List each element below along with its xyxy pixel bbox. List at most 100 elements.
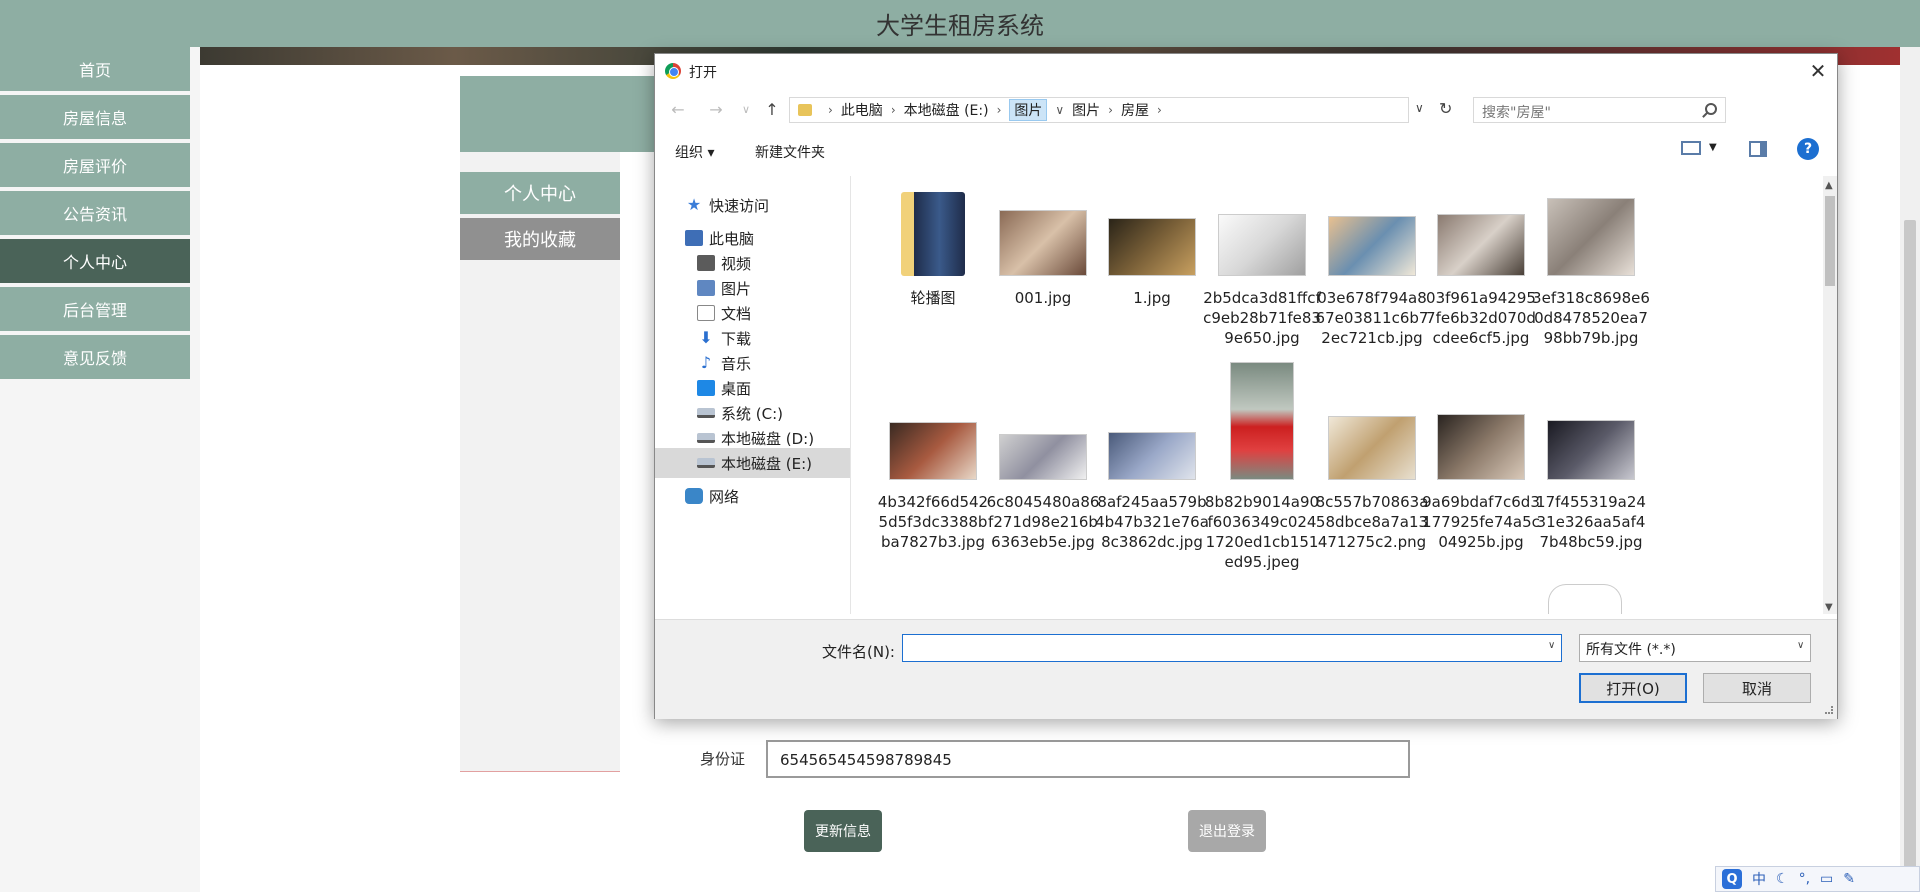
search-input[interactable]: 搜索"房屋" <box>1473 97 1726 123</box>
file-item[interactable]: 17f455319a2431e326aa5af47b48bc59.jpg <box>1532 362 1650 552</box>
logout-button[interactable]: 退出登录 <box>1188 810 1266 852</box>
file-list-scrollbar-thumb[interactable] <box>1825 196 1835 286</box>
file-item[interactable]: 8af245aa579b4b47b321e76a8c3862dc.jpg <box>1093 362 1211 552</box>
panda-image-thumbnail[interactable] <box>1548 584 1622 614</box>
chevron-right-icon[interactable]: › <box>1108 103 1113 117</box>
nav-item-house-review[interactable]: 房屋评价 <box>0 143 190 187</box>
file-item[interactable]: 9a69bdaf7c6d3177925fe74a5c04925b.jpg <box>1422 362 1540 552</box>
dialog-toolbar: 组织 ▾ 新建文件夹 ▼ ? <box>655 134 1837 168</box>
recent-locations-icon[interactable]: ∨ <box>735 98 757 122</box>
breadcrumb-drive-e[interactable]: 本地磁盘 (E:) <box>904 100 989 120</box>
file-item[interactable]: 4b342f66d5425d5f3dc3388bba7827b3.jpg <box>874 362 992 552</box>
file-item[interactable]: 1.jpg <box>1093 190 1211 308</box>
up-arrow-icon[interactable]: ↑ <box>761 98 783 122</box>
image-thumbnail <box>1547 198 1635 276</box>
address-bar[interactable]: › 此电脑 › 本地磁盘 (E:) › 图片 ∨ 图片 › 房屋 › <box>789 97 1409 123</box>
file-item[interactable]: 8c557b70863a58dbce8a7a13471275c2.png <box>1313 362 1431 552</box>
computer-icon <box>685 230 703 246</box>
keyboard-icon[interactable]: ▭ <box>1820 871 1833 887</box>
chevron-right-icon[interactable]: › <box>891 103 896 117</box>
file-item[interactable]: 03e678f794a867e03811c6b72ec721cb.jpg <box>1313 190 1431 348</box>
breadcrumb-pictures-1[interactable]: 图片 <box>1009 99 1048 121</box>
nav-item-feedback[interactable]: 意见反馈 <box>0 335 190 379</box>
filetype-select[interactable]: 所有文件 (*.*) <box>1579 634 1811 662</box>
file-item[interactable]: 001.jpg <box>984 190 1102 308</box>
close-icon[interactable]: ✕ <box>1805 59 1831 83</box>
new-folder-button[interactable]: 新建文件夹 <box>755 142 825 162</box>
file-item[interactable]: 2b5dca3d81ffcfc9eb28b71fe839e650.jpg <box>1203 190 1321 348</box>
resize-grip-icon[interactable] <box>1825 706 1833 714</box>
filename-dropdown-icon[interactable]: ∨ <box>1548 640 1555 651</box>
image-thumbnail <box>1218 214 1306 276</box>
filename-input[interactable] <box>902 634 1562 662</box>
nav-item-personal-center[interactable]: 个人中心 <box>0 239 190 283</box>
breadcrumb-pictures-2[interactable]: 图片 <box>1072 100 1100 120</box>
back-arrow-icon[interactable]: ← <box>667 98 689 122</box>
breadcrumb-house[interactable]: 房屋 <box>1121 100 1149 120</box>
file-list-scrollbar[interactable] <box>1823 176 1837 614</box>
cancel-button[interactable]: 取消 <box>1703 673 1811 703</box>
scroll-down-icon[interactable]: ▼ <box>1825 602 1833 613</box>
id-card-field[interactable]: 654565454598789845 <box>766 740 1410 778</box>
dialog-titlebar[interactable]: 打开 ✕ <box>655 54 1837 88</box>
update-info-button[interactable]: 更新信息 <box>804 810 882 852</box>
image-thumbnail <box>1328 216 1416 276</box>
chevron-right-icon: › <box>828 103 833 117</box>
folder-item[interactable]: 轮播图 <box>874 190 992 308</box>
address-dropdown-icon[interactable]: ∨ <box>1415 101 1424 115</box>
ime-mode-toggle[interactable]: 中 <box>1752 869 1766 889</box>
nav-pane-item-label: 快速访问 <box>709 196 770 215</box>
star-icon: ★ <box>686 195 702 214</box>
preview-pane-icon[interactable] <box>1749 141 1767 157</box>
punctuation-icon[interactable]: °, <box>1799 871 1810 887</box>
nav-item-home[interactable]: 首页 <box>0 47 190 91</box>
nav-pane-item[interactable]: 本地磁盘 (E:) <box>655 448 850 478</box>
nav-item-announcements[interactable]: 公告资讯 <box>0 191 190 235</box>
search-icon[interactable] <box>1705 103 1717 115</box>
moon-icon[interactable]: ☾ <box>1776 871 1789 887</box>
nav-pane-item[interactable]: ★ 快速访问 <box>655 190 850 220</box>
forward-arrow-icon[interactable]: → <box>705 98 727 122</box>
site-title: 大学生租房系统 <box>876 12 1044 40</box>
nav-item-house-info[interactable]: 房屋信息 <box>0 95 190 139</box>
tools-icon[interactable]: ✎ <box>1843 871 1855 887</box>
open-button[interactable]: 打开(O) <box>1579 673 1687 703</box>
chevron-down-icon[interactable]: ∨ <box>1055 103 1064 117</box>
file-item[interactable]: 03f961a942957fe6b32d070dcdee6cf5.jpg <box>1422 190 1540 348</box>
site-header: 大学生租房系统 <box>0 0 1920 47</box>
tab-personal-center[interactable]: 个人中心 <box>460 172 620 214</box>
nav-pane-item[interactable]: 网络 <box>655 481 850 511</box>
scroll-up-icon[interactable]: ▲ <box>1825 180 1833 191</box>
nav-pane-item-label: 本地磁盘 (D:) <box>721 429 815 448</box>
organize-button[interactable]: 组织 ▾ <box>675 142 714 162</box>
drive-icon <box>697 433 715 443</box>
file-name: 9a69bdaf7c6d3177925fe74a5c04925b.jpg <box>1422 493 1540 551</box>
ime-logo-icon[interactable]: Q <box>1722 869 1742 889</box>
nav-pane-item-label: 图片 <box>721 279 752 298</box>
chevron-right-icon[interactable]: › <box>997 103 1002 117</box>
nav-pane-item-label: 文档 <box>721 304 752 323</box>
dialog-footer: 文件名(N): ∨ 所有文件 (*.*) ∨ 打开(O) 取消 <box>655 619 1837 719</box>
image-thumbnail <box>1230 362 1294 480</box>
tab-my-favorites[interactable]: 我的收藏 <box>460 218 620 260</box>
nav-item-admin[interactable]: 后台管理 <box>0 287 190 331</box>
desktop-icon <box>697 380 715 396</box>
help-icon[interactable]: ? <box>1797 138 1819 160</box>
organize-label: 组织 <box>675 145 703 161</box>
file-item[interactable]: 3ef318c8698e60d8478520ea798bb79b.jpg <box>1532 190 1650 348</box>
navigation-pane: ★ 快速访问 此电脑 视频 图片 文档 ⬇ 下载 ♪ 音乐 桌面 系统 (C:) 本地磁盘 (D:) 本地… <box>655 176 851 614</box>
music-icon: ♪ <box>700 353 712 372</box>
search-placeholder: 搜索"房屋" <box>1482 105 1551 121</box>
breadcrumb-this-pc[interactable]: 此电脑 <box>841 100 883 120</box>
filetype-dropdown-icon[interactable]: ∨ <box>1797 640 1804 651</box>
image-thumbnail <box>1108 218 1196 276</box>
file-item[interactable]: 6c8045480a86f271d98e216b6363eb5e.jpg <box>984 362 1102 552</box>
chevron-right-icon[interactable]: › <box>1157 103 1162 117</box>
page-scrollbar-thumb[interactable] <box>1904 220 1916 892</box>
view-mode-icon[interactable] <box>1681 141 1701 155</box>
file-name: 2b5dca3d81ffcfc9eb28b71fe839e650.jpg <box>1203 289 1321 347</box>
file-item[interactable]: 8b82b9014a90f6036349c0241720ed1cb151ed95… <box>1203 362 1321 572</box>
view-dropdown-icon[interactable]: ▼ <box>1709 142 1717 153</box>
ime-toolbar[interactable]: Q 中 ☾ °, ▭ ✎ <box>1715 866 1920 892</box>
refresh-icon[interactable]: ↻ <box>1439 99 1452 118</box>
